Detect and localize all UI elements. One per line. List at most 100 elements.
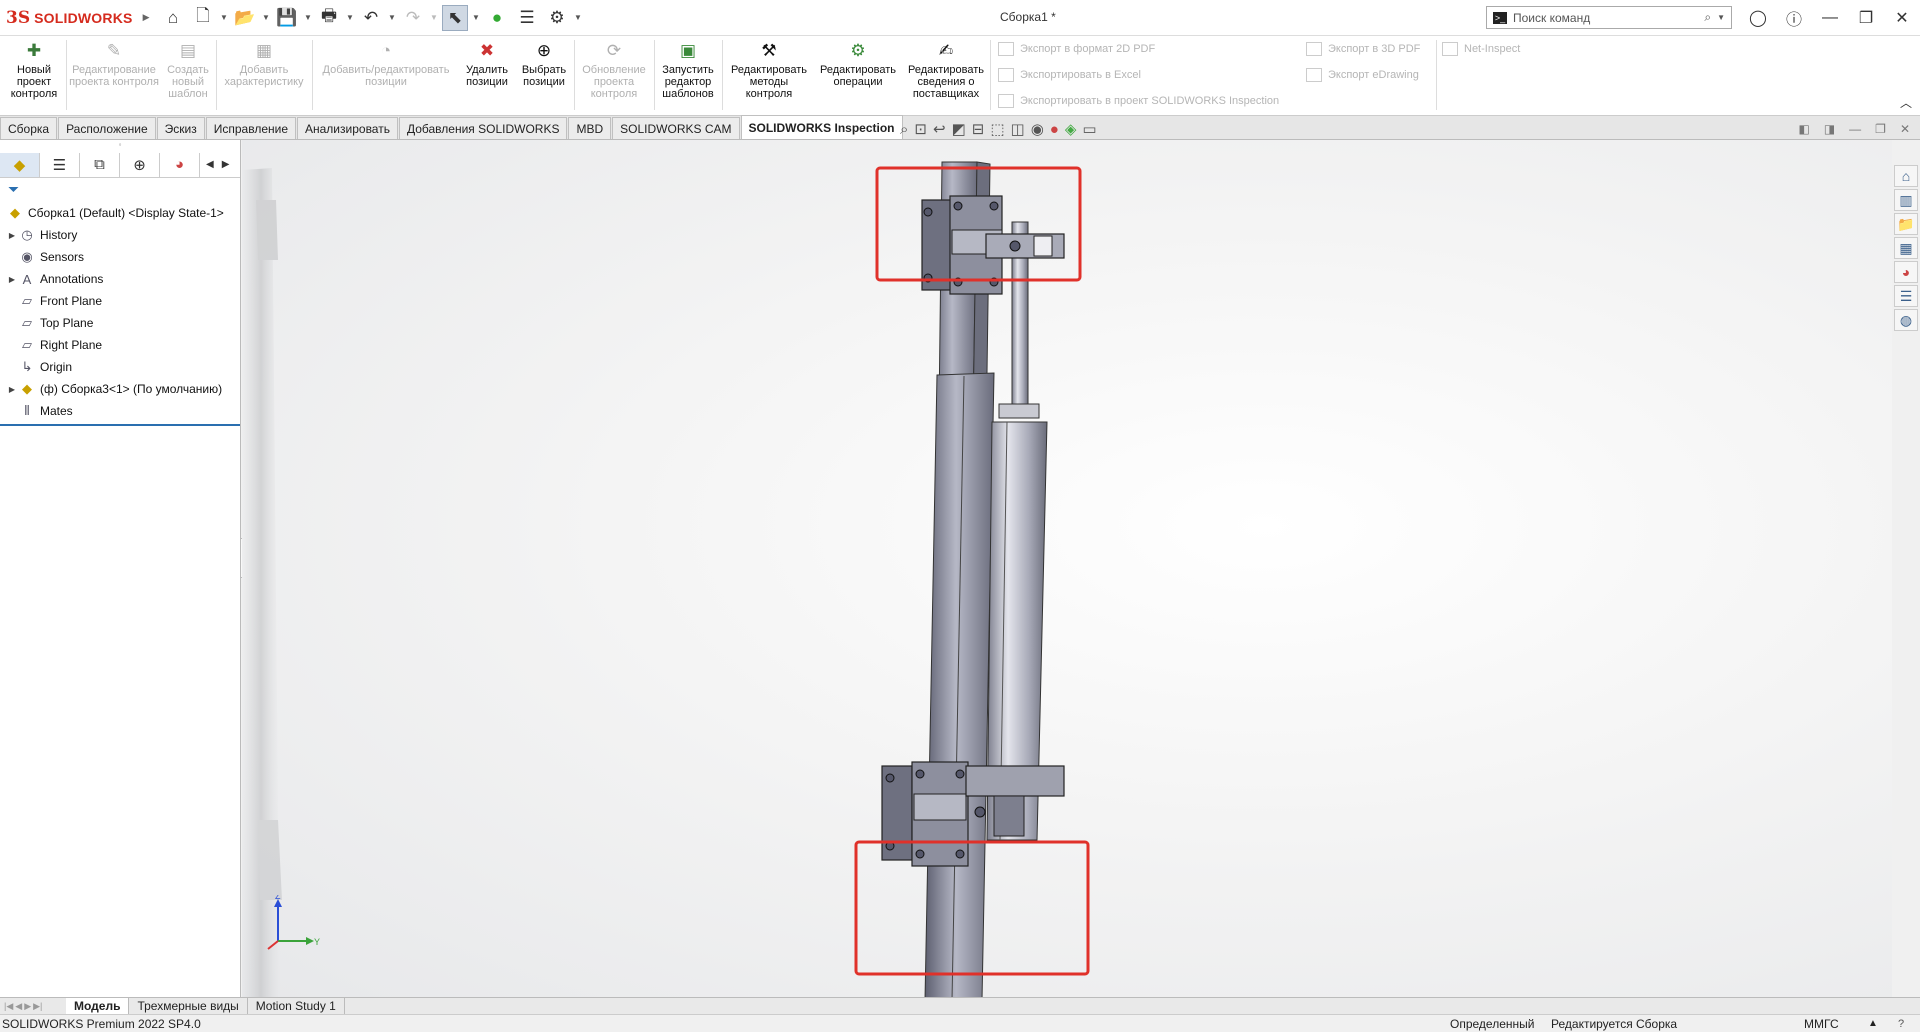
viewport-minimize-icon[interactable]: — xyxy=(1849,122,1861,136)
tab-scroll-arrows[interactable]: ◀ ▶ xyxy=(200,159,229,170)
chevron-down-icon[interactable]: ▼ xyxy=(1717,13,1725,22)
export-2d-pdf-button[interactable]: Экспорт в формат 2D PDF xyxy=(998,42,1155,56)
last-tab-icon[interactable]: ▶| xyxy=(33,1001,42,1012)
edit-vendor-info-button[interactable]: ✍ Редактировать сведения о поставщиках xyxy=(904,40,988,100)
appearances-scenes-icon[interactable]: ◕ xyxy=(1894,261,1918,283)
undo-icon[interactable]: ↶ xyxy=(358,5,384,31)
tree-item[interactable]: ↳ Origin xyxy=(0,356,240,378)
export-inspection-project-button[interactable]: Экспортировать в проект SOLIDWORKS Inspe… xyxy=(998,94,1279,108)
zoom-to-area-icon[interactable]: ⊡ xyxy=(914,120,927,138)
tab-0[interactable]: Сборка xyxy=(0,117,58,139)
dimxpert-manager-tab-icon[interactable]: ⊕ xyxy=(120,152,160,177)
display-manager-tab-icon[interactable]: ◕ xyxy=(160,152,200,177)
command-search[interactable]: >_ Поиск команд ⌕ ▼ xyxy=(1486,6,1732,29)
edit-operations-button[interactable]: ⚙ Редактировать операции xyxy=(812,40,904,88)
chevron-down-icon[interactable]: ▼ xyxy=(472,13,480,22)
new-inspection-project-button[interactable]: ✚ Новый проект контроля xyxy=(6,40,62,100)
remove-balloons-button[interactable]: ✖ Удалить позиции xyxy=(458,40,516,88)
apply-scene-icon[interactable]: ◈ xyxy=(1065,120,1077,138)
rebuild-icon[interactable]: ● xyxy=(484,5,510,31)
solidworks-forum-icon[interactable]: ◍ xyxy=(1894,309,1918,331)
tree-item[interactable]: ▶ ◷ History xyxy=(0,224,240,246)
select-balloons-button[interactable]: ⊕ Выбрать позиции xyxy=(516,40,572,88)
tab-4[interactable]: Анализировать xyxy=(297,117,398,139)
tab-1[interactable]: Расположение xyxy=(58,117,156,139)
update-inspection-project-button[interactable]: ⟳ Обновление проекта контроля xyxy=(576,40,652,100)
file-explorer-icon[interactable]: 📁 xyxy=(1894,213,1918,235)
edit-appearance-icon[interactable]: ● xyxy=(1050,121,1059,138)
viewport-close-icon[interactable]: ✕ xyxy=(1900,122,1910,136)
units-selector[interactable]: ММГС xyxy=(1804,1017,1839,1031)
add-edit-balloons-button[interactable]: ◔ Добавить/редактировать позиции xyxy=(316,40,456,88)
hide-show-items-icon[interactable]: ◉ xyxy=(1031,120,1044,138)
prev-tab-icon[interactable]: ◀ xyxy=(15,1001,22,1012)
tree-item[interactable]: ▱ Right Plane xyxy=(0,334,240,356)
tab-3[interactable]: Исправление xyxy=(205,117,296,139)
chevron-down-icon[interactable]: ▼ xyxy=(346,13,354,22)
expand-arrow-icon[interactable]: ▶ xyxy=(6,231,18,240)
tab-8[interactable]: SOLIDWORKS Inspection xyxy=(740,115,903,139)
export-excel-button[interactable]: Экспортировать в Excel xyxy=(998,68,1141,82)
tree-item[interactable]: ▶ A Annotations xyxy=(0,268,240,290)
view-palette-icon[interactable]: ▦ xyxy=(1894,237,1918,259)
chevron-down-icon[interactable]: ▼ xyxy=(430,13,438,22)
chevron-left-icon[interactable]: ◀ xyxy=(206,159,214,170)
select-arrow-icon[interactable]: ⬉ xyxy=(442,4,468,31)
view-orientation-icon[interactable]: ⬚ xyxy=(990,120,1004,138)
chevron-down-icon[interactable]: ▼ xyxy=(574,13,582,22)
redo-icon[interactable]: ↷ xyxy=(400,5,426,31)
tab-5[interactable]: Добавления SOLIDWORKS xyxy=(398,117,568,139)
open-icon[interactable]: 📂 xyxy=(232,5,258,31)
tab-6[interactable]: MBD xyxy=(568,117,612,139)
home-icon[interactable]: ⌂ xyxy=(160,5,186,31)
tree-item[interactable]: ⫴ Mates xyxy=(0,400,240,422)
viewport-restore-icon[interactable]: ❐ xyxy=(1875,122,1886,136)
tree-item[interactable]: ▶ ◆ (ф) Сборка3<1> (По умолчанию) xyxy=(0,378,240,400)
add-characteristic-button[interactable]: ▦ Добавить характеристику xyxy=(218,40,310,88)
graphics-viewport[interactable]: Z Y xyxy=(242,140,1892,997)
launch-template-editor-button[interactable]: ▣ Запустить редактор шаблонов xyxy=(656,40,720,100)
tree-item[interactable]: ▱ Front Plane xyxy=(0,290,240,312)
edit-inspection-methods-button[interactable]: ⚒ Редактировать методы контроля xyxy=(726,40,812,100)
feature-manager-tab-icon[interactable]: ◆ xyxy=(0,152,40,177)
panel-grip-icon[interactable]: ◦ xyxy=(0,140,240,152)
section-view-icon[interactable]: ◩ xyxy=(952,120,966,138)
options-gear-icon[interactable]: ⚙ xyxy=(544,5,570,31)
display-style-icon[interactable]: ◫ xyxy=(1011,120,1025,138)
create-template-button[interactable]: ▤ Создать новый шаблон xyxy=(162,40,214,100)
chevron-down-icon[interactable]: ▼ xyxy=(388,13,396,22)
export-edrawing-button[interactable]: Экспорт eDrawing xyxy=(1306,68,1419,82)
dynamic-annotation-icon[interactable]: ⊟ xyxy=(972,120,985,138)
logo-menu-arrow-icon[interactable]: ▶ xyxy=(143,12,150,23)
expand-arrow-icon[interactable]: ▶ xyxy=(6,385,18,394)
custom-properties-icon[interactable]: ☰ xyxy=(1894,285,1918,307)
search-icon[interactable]: ⌕ xyxy=(1704,10,1711,25)
zoom-to-fit-icon[interactable]: ⌕ xyxy=(900,121,908,138)
expand-arrow-icon[interactable]: ▶ xyxy=(6,275,18,284)
file-properties-icon[interactable]: ☰ xyxy=(514,5,540,31)
solidworks-logo[interactable]: 3S SOLIDWORKS ▶ xyxy=(0,8,149,28)
account-icon[interactable]: ◯ xyxy=(1740,8,1776,28)
save-icon[interactable]: 💾 xyxy=(274,5,300,31)
tab-navigation-arrows[interactable]: |◀ ◀ ▶ ▶| xyxy=(0,1001,66,1012)
search-input[interactable]: Поиск команд xyxy=(1513,11,1590,25)
next-tab-icon[interactable]: ▶ xyxy=(24,1001,31,1012)
export-3d-pdf-button[interactable]: Экспорт в 3D PDF xyxy=(1306,42,1420,56)
chevron-down-icon[interactable]: ▼ xyxy=(262,13,270,22)
restore-icon[interactable]: ❐ xyxy=(1848,8,1884,28)
minimize-icon[interactable]: — xyxy=(1812,9,1848,27)
bottom-tab-0[interactable]: Модель xyxy=(66,998,130,1014)
view-settings-icon[interactable]: ▭ xyxy=(1082,120,1096,138)
collapse-ribbon-icon[interactable]: ︿ xyxy=(1900,94,1912,111)
edit-inspection-project-button[interactable]: ✎ Редактирование проекта контроля xyxy=(68,40,160,88)
chevron-down-icon[interactable]: ▼ xyxy=(304,13,312,22)
property-manager-tab-icon[interactable]: ☰ xyxy=(40,152,80,177)
net-inspect-button[interactable]: Net-Inspect xyxy=(1442,42,1520,56)
tile-left-icon[interactable]: ◧ xyxy=(1798,122,1809,136)
tab-2[interactable]: Эскиз xyxy=(156,117,205,139)
quick-tips-icon[interactable]: ? xyxy=(1898,1018,1904,1030)
chevron-down-icon[interactable]: ▼ xyxy=(220,13,228,22)
tree-item[interactable]: ▱ Top Plane xyxy=(0,312,240,334)
help-icon[interactable]: ⓘ xyxy=(1776,6,1812,30)
previous-view-icon[interactable]: ↩ xyxy=(933,120,946,138)
